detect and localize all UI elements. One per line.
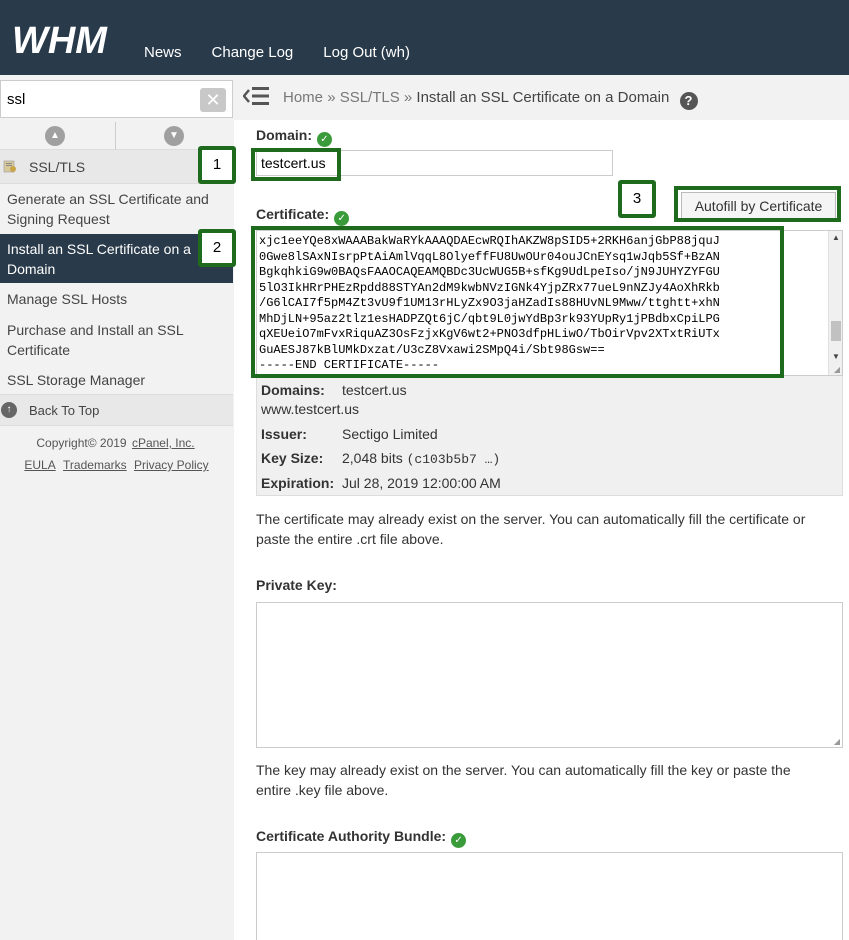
private-key-label: Private Key: — [256, 577, 337, 593]
top-bar: WHM News Change Log Log Out (wh) — [0, 0, 849, 75]
key-hash: (c103b5b7 …) — [406, 452, 501, 467]
search-input[interactable] — [1, 81, 196, 117]
back-to-top-label: Back To Top — [29, 403, 100, 418]
domain-label: Domain: ✓ — [256, 127, 332, 147]
eula-link[interactable]: EULA — [24, 458, 55, 472]
whm-logo[interactable]: WHM — [12, 22, 124, 58]
sidebar-item-purchase-install-ssl[interactable]: Purchase and Install an SSL Certificate — [0, 320, 233, 360]
breadcrumb-separator: » — [403, 89, 413, 106]
back-to-top[interactable]: ↑ Back To Top — [0, 394, 233, 426]
detail-expiration: Expiration: Jul 28, 2019 12:00:00 AM — [261, 475, 501, 491]
scroll-thumb[interactable] — [831, 321, 841, 341]
sidebar-search: ✕ — [0, 80, 233, 118]
ca-bundle-textarea[interactable] — [256, 852, 843, 940]
breadcrumb-home[interactable]: Home — [283, 89, 323, 106]
trademarks-link[interactable]: Trademarks — [63, 458, 127, 472]
callout-highlight-domain — [251, 148, 341, 181]
detail-key-size: Key Size: 2,048 bits (c103b5b7 …) — [261, 450, 501, 467]
arrow-up-icon: ↑ — [1, 402, 17, 418]
svg-text:WHM: WHM — [12, 22, 108, 58]
clear-search-icon[interactable]: ✕ — [200, 88, 226, 112]
breadcrumb-separator: » — [327, 89, 336, 106]
sidebar: ✕ ▲ ▼ SSL/TLS Generate an SSL Certificat… — [0, 75, 234, 940]
detail-domains: Domains: testcert.us — [261, 382, 407, 398]
check-icon: ✓ — [317, 132, 332, 147]
callout-number-3: 3 — [618, 180, 656, 218]
resize-handle-icon[interactable]: ◢ — [834, 365, 840, 374]
check-icon: ✓ — [451, 833, 467, 848]
scroll-down-icon[interactable]: ▼ — [832, 352, 840, 361]
ca-bundle-label: Certificate Authority Bundle: ✓ — [256, 828, 467, 848]
certificate-details: Domains: testcert.us www.testcert.us Issu… — [256, 376, 843, 496]
certificate-scrollbar[interactable]: ▲ ▼ — [828, 231, 842, 375]
check-icon: ✓ — [334, 211, 350, 226]
collapse-menu-icon[interactable] — [243, 85, 269, 107]
callout-number-2: 2 — [198, 229, 236, 267]
nav-logout-link[interactable]: Log Out (wh) — [323, 44, 410, 61]
sidebar-category-label: SSL/TLS — [29, 159, 86, 175]
private-key-help-text: The key may already exist on the server.… — [256, 762, 791, 798]
help-icon[interactable]: ? — [679, 92, 698, 110]
scroll-up-icon[interactable]: ▲ — [45, 126, 65, 146]
callout-highlight-autofill — [674, 186, 841, 222]
sidebar-item-ssl-storage-manager[interactable]: SSL Storage Manager — [0, 370, 233, 390]
certificate-label: Certificate: ✓ — [256, 206, 350, 226]
top-nav: News Change Log Log Out (wh) — [144, 44, 410, 61]
breadcrumb-current: Install an SSL Certificate on a Domain — [416, 89, 670, 106]
sidebar-footer: Copyright© 2019 cPanel, Inc. EULA Tradem… — [0, 436, 233, 472]
lock-certificate-icon — [3, 160, 16, 173]
breadcrumb: Home » SSL/TLS » Install an SSL Certific… — [283, 89, 698, 110]
sidebar-item-generate-csr[interactable]: Generate an SSL Certificate and Signing … — [0, 189, 233, 229]
scroll-down-icon[interactable]: ▼ — [164, 126, 184, 146]
copyright-text: Copyright© 2019 — [36, 436, 127, 450]
certificate-help-text: The certificate may already exist on the… — [256, 511, 806, 547]
divider — [115, 122, 116, 150]
nav-news-link[interactable]: News — [144, 44, 182, 61]
detail-domain-2: www.testcert.us — [261, 401, 360, 417]
callout-number-1: 1 — [198, 146, 236, 184]
breadcrumb-bar: Home » SSL/TLS » Install an SSL Certific… — [234, 75, 849, 120]
cpanel-link[interactable]: cPanel, Inc. — [132, 436, 195, 450]
breadcrumb-ssl-tls[interactable]: SSL/TLS — [340, 89, 400, 106]
callout-highlight-certificate — [251, 226, 784, 378]
detail-issuer: Issuer: Sectigo Limited — [261, 426, 438, 442]
sidebar-item-manage-ssl-hosts[interactable]: Manage SSL Hosts — [0, 289, 233, 309]
resize-handle-icon[interactable]: ◢ — [834, 737, 840, 746]
private-key-textarea[interactable]: ◢ — [256, 602, 843, 748]
privacy-policy-link[interactable]: Privacy Policy — [134, 458, 209, 472]
scroll-up-icon[interactable]: ▲ — [832, 233, 840, 242]
nav-changelog-link[interactable]: Change Log — [212, 44, 294, 61]
